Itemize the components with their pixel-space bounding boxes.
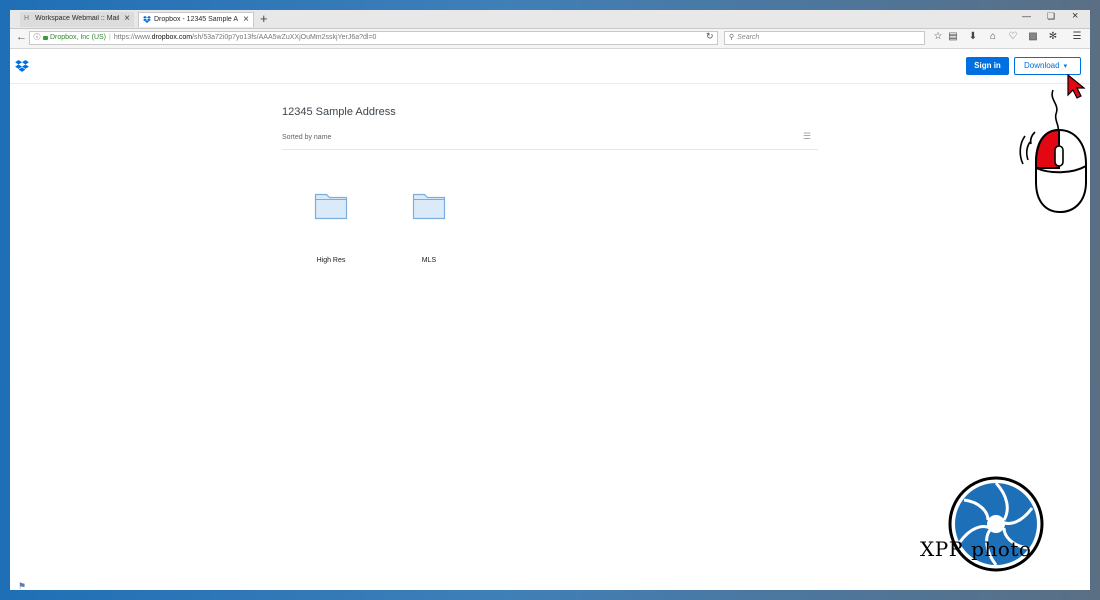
- page-title: 12345 Sample Address: [282, 106, 396, 118]
- url-path: /sh/53a72i0p7yo13fs/AAA5wZuXXjOuMm2sskjY…: [192, 34, 377, 41]
- navigation-toolbar: ← ⓘ Dropbox, Inc (US) | https://www.dropbox…: [10, 29, 1090, 49]
- downloads-icon[interactable]: ⬇: [967, 31, 979, 42]
- dropbox-logo-icon[interactable]: [15, 59, 29, 77]
- lock-icon: [43, 36, 48, 40]
- reading-list-icon[interactable]: ▤: [947, 31, 959, 42]
- watermark-text: XPR photo: [920, 537, 1032, 561]
- folder-name: High Res: [316, 257, 346, 264]
- restore-window-icon[interactable]: ❏: [1047, 11, 1055, 22]
- info-icon[interactable]: ⓘ: [33, 32, 41, 44]
- site-identity[interactable]: Dropbox, Inc (US): [50, 34, 106, 41]
- url-host: dropbox.com: [151, 34, 193, 41]
- search-placeholder: Search: [737, 34, 760, 41]
- bookmark-star-icon[interactable]: ☆: [932, 31, 944, 42]
- close-tab-icon[interactable]: ×: [243, 14, 249, 25]
- url-prefix: https://www.: [113, 34, 152, 41]
- watermark: XPR photo: [918, 474, 1078, 574]
- extension-icon[interactable]: ▩: [1027, 31, 1039, 42]
- search-input[interactable]: ⚲ Search: [724, 31, 925, 45]
- reload-icon[interactable]: ↻: [706, 31, 714, 42]
- download-label: Download: [1024, 61, 1060, 70]
- url-separator: |: [109, 34, 111, 41]
- minimize-window-icon[interactable]: —: [1022, 11, 1031, 21]
- sort-label[interactable]: Sorted by name: [282, 134, 331, 141]
- pocket-icon[interactable]: ♡: [1007, 31, 1019, 42]
- folder-icon: [314, 193, 348, 220]
- page-header: Sign in Download ▾: [10, 49, 1090, 84]
- addon-icon[interactable]: ✻: [1047, 31, 1059, 42]
- feedback-flag-icon[interactable]: ⚑: [18, 581, 26, 590]
- menu-icon[interactable]: ☰: [1071, 31, 1083, 42]
- browser-window: H Workspace Webmail :: Mail × Dropbox - 1…: [10, 10, 1090, 590]
- folder-item-high-res[interactable]: High Res: [301, 190, 361, 264]
- sign-in-button[interactable]: Sign in: [966, 57, 1009, 75]
- close-window-icon[interactable]: ×: [1072, 10, 1078, 22]
- new-tab-button[interactable]: +: [260, 11, 268, 26]
- folder-icon: [412, 193, 446, 220]
- divider: [282, 149, 818, 150]
- list-view-icon[interactable]: ☰: [803, 131, 811, 142]
- folder-name: MLS: [421, 257, 437, 264]
- tab-title: Dropbox - 12345 Sample Ad: [154, 16, 238, 23]
- tab-dropbox[interactable]: Dropbox - 12345 Sample Ad ×: [138, 12, 254, 27]
- webmail-favicon-icon: H: [24, 15, 30, 22]
- mouse-click-illustration: [1019, 73, 1087, 214]
- address-bar[interactable]: ⓘ Dropbox, Inc (US) | https://www.dropbox.c…: [29, 31, 718, 45]
- home-icon[interactable]: ⌂: [987, 31, 999, 42]
- folder-item-mls[interactable]: MLS: [399, 190, 459, 264]
- tab-title: Workspace Webmail :: Mail: [35, 15, 119, 22]
- close-tab-icon[interactable]: ×: [124, 13, 130, 24]
- tab-webmail[interactable]: H Workspace Webmail :: Mail ×: [20, 12, 134, 27]
- chevron-down-icon: ▾: [1063, 63, 1068, 70]
- search-icon: ⚲: [729, 34, 735, 41]
- dropbox-favicon-icon: [143, 16, 151, 25]
- back-arrow-icon[interactable]: ←: [16, 31, 27, 43]
- tab-strip: H Workspace Webmail :: Mail × Dropbox - 1…: [10, 10, 1090, 29]
